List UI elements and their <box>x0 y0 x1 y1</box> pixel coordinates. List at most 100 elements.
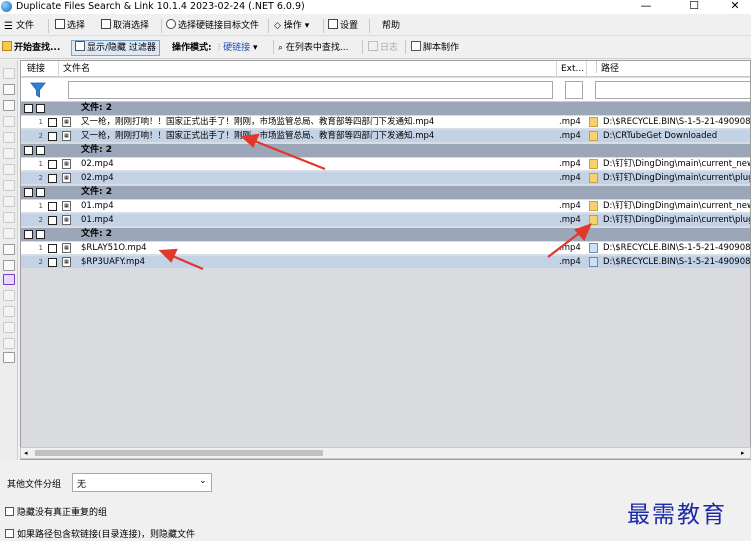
column-header-ext[interactable]: Ext... <box>557 61 587 77</box>
column-header-link[interactable]: 链接 <box>21 61 59 77</box>
close-button[interactable]: ✕ <box>722 0 748 14</box>
group-checkbox[interactable] <box>36 188 45 197</box>
scroll-left-icon[interactable]: ◂ <box>24 449 28 457</box>
group-checkbox[interactable] <box>36 230 45 239</box>
group-collapse-toggle[interactable] <box>24 230 33 239</box>
column-header-filename[interactable]: 文件名 <box>59 61 557 77</box>
columns-icon[interactable] <box>3 306 15 317</box>
group-header[interactable]: 文件: 2 <box>21 144 750 157</box>
filter-purple-icon[interactable] <box>3 274 15 285</box>
file-icon: ▦ <box>62 215 71 225</box>
page-icon[interactable] <box>3 148 15 159</box>
watermark-logo: 最需教育 <box>627 502 727 528</box>
group-collapse-toggle[interactable] <box>24 146 33 155</box>
file-icon: ▦ <box>62 201 71 211</box>
menu-select[interactable]: 选择 <box>55 18 85 34</box>
grid-icon[interactable] <box>3 352 15 363</box>
menu-settings[interactable]: 设置 <box>328 18 358 34</box>
menu-separator <box>369 19 370 33</box>
ext-filter-input[interactable] <box>565 81 583 99</box>
link-z-icon[interactable] <box>3 228 15 239</box>
menu-operations[interactable]: ◇ 操作 ▾ <box>274 18 309 34</box>
row-checkbox[interactable] <box>48 202 57 211</box>
hard-link-dropdown[interactable]: ⫶ 硬链接 ▾ <box>218 40 258 56</box>
group-collapse-toggle[interactable] <box>24 188 33 197</box>
toggle-filter-label: 显示/隐藏 过滤器 <box>87 43 156 53</box>
abc-icon[interactable] <box>3 116 15 127</box>
group-header[interactable]: 文件: 2 <box>21 102 750 115</box>
toggle-filter-button[interactable]: 显示/隐藏 过滤器 <box>71 40 160 56</box>
file-row[interactable]: 1 ▦ 01.mp4 .mp4 D:\钉钉\DingDing\main\current_… <box>21 200 750 213</box>
filename-filter-input[interactable] <box>68 81 553 99</box>
menu-settings-label: 设置 <box>340 21 359 31</box>
menu-deselect-label: 取消选择 <box>113 21 150 31</box>
group-header[interactable]: 文件: 2 <box>21 186 750 199</box>
minimize-button[interactable]: — <box>633 0 659 14</box>
image-file-icon <box>589 257 598 267</box>
group-header[interactable]: 文件: 2 <box>21 228 750 241</box>
op-mode-label: 操作模式: <box>172 43 212 53</box>
row-number: 1 <box>38 118 43 126</box>
file-row[interactable]: 2 ▦ 又一枪，刚刚打响！！国家正式出手了！刚刚，市场监管总局、教育部等四部门下发通… <box>21 130 750 143</box>
doc-dropdown-icon[interactable] <box>3 244 15 255</box>
row-checkbox[interactable] <box>48 132 57 141</box>
find-in-list-button[interactable]: ⌕ 在列表中查找... <box>278 40 349 56</box>
menu-deselect[interactable]: 取消选择 <box>101 18 149 34</box>
chevron-down-icon: ▾ <box>253 43 258 53</box>
file-row[interactable]: 1 ▦ 02.mp4 .mp4 D:\钉钉\DingDing\main\current_… <box>21 158 750 171</box>
arrow-icon[interactable] <box>3 212 15 223</box>
hide-softlink-checkbox[interactable] <box>5 529 14 538</box>
start-search-button[interactable]: 开始查找... <box>2 40 60 56</box>
delete-icon[interactable] <box>3 180 15 191</box>
row-number: 2 <box>38 216 43 224</box>
settings-icon <box>328 19 338 29</box>
row-checkbox[interactable] <box>48 174 57 183</box>
file-path: D:\$RECYCLE.BIN\S-1-5-21-49090836 <box>603 117 751 127</box>
folder-icon <box>589 173 598 183</box>
file-row[interactable]: 2 ▦ 02.mp4 .mp4 D:\钉钉\DingDing\main\current\… <box>21 172 750 185</box>
path-filter-input[interactable] <box>595 81 750 99</box>
app-icon <box>1 1 12 12</box>
file-row[interactable]: 2 ▦ 01.mp4 .mp4 D:\钉钉\DingDing\main\current\… <box>21 214 751 227</box>
menu-file[interactable]: ☰ 文件 <box>4 18 34 34</box>
log-button[interactable]: 日志 <box>368 40 398 56</box>
move-icon[interactable] <box>3 164 15 175</box>
row-checkbox[interactable] <box>48 160 57 169</box>
copy-all-icon[interactable] <box>3 100 15 111</box>
scrollbar-thumb[interactable] <box>35 450 323 456</box>
row-checkbox[interactable] <box>48 216 57 225</box>
group-checkbox[interactable] <box>36 104 45 113</box>
copy-icon[interactable] <box>3 84 15 95</box>
group-collapse-toggle[interactable] <box>24 104 33 113</box>
column-header-path[interactable]: 路径 <box>587 61 750 77</box>
recycle-icon[interactable] <box>3 196 15 207</box>
row-checkbox[interactable] <box>48 244 57 253</box>
menu-file-label: 文件 <box>16 21 35 31</box>
maximize-button[interactable]: ☐ <box>681 0 707 14</box>
file-row[interactable]: 1 ▦ $RLAY51O.mp4 .mp4 D:\$RECYCLE.BIN\S-1-5-… <box>21 242 750 255</box>
file-name: $RLAY51O.mp4 <box>81 243 147 253</box>
columns-icon[interactable] <box>3 322 15 333</box>
file-name: 01.mp4 <box>81 215 114 225</box>
hide-no-dup-checkbox[interactable] <box>5 507 14 516</box>
scroll-right-icon[interactable]: ▸ <box>741 449 745 457</box>
row-checkbox[interactable] <box>48 258 57 267</box>
row-checkbox[interactable] <box>48 118 57 127</box>
horizontal-scrollbar[interactable]: ◂ ▸ <box>20 447 751 459</box>
file-path: D:\钉钉\DingDing\main\current\plugin <box>603 215 751 225</box>
window-title: Duplicate Files Search & Link 10.1.4 202… <box>16 1 305 12</box>
file-row[interactable]: 2 ▦ $RP3UAFY.mp4 .mp4 D:\$RECYCLE.BIN\S-1-5-… <box>21 256 750 269</box>
menu-bar: ☰ 文件 选择 取消选择 选择硬链接目标文件 ◇ 操作 ▾ 设置 帮助 <box>0 16 751 36</box>
page-icon[interactable] <box>3 132 15 143</box>
columns-icon[interactable] <box>3 290 15 301</box>
menu-select-link-target[interactable]: 选择硬链接目标文件 <box>166 18 259 34</box>
columns-icon[interactable] <box>3 338 15 349</box>
menu-help[interactable]: 帮助 <box>382 18 400 34</box>
group-select[interactable]: 无 ⌄ <box>72 473 212 492</box>
script-button[interactable]: 脚本制作 <box>411 40 459 56</box>
filter-icon[interactable] <box>30 82 46 98</box>
list-icon[interactable] <box>3 260 15 271</box>
eye-icon[interactable] <box>3 68 15 79</box>
group-checkbox[interactable] <box>36 146 45 155</box>
file-row[interactable]: 1 ▦ 又一枪，刚刚打响！！国家正式出手了！刚刚，市场监管总局、教育部等四部门下发通… <box>21 116 751 129</box>
